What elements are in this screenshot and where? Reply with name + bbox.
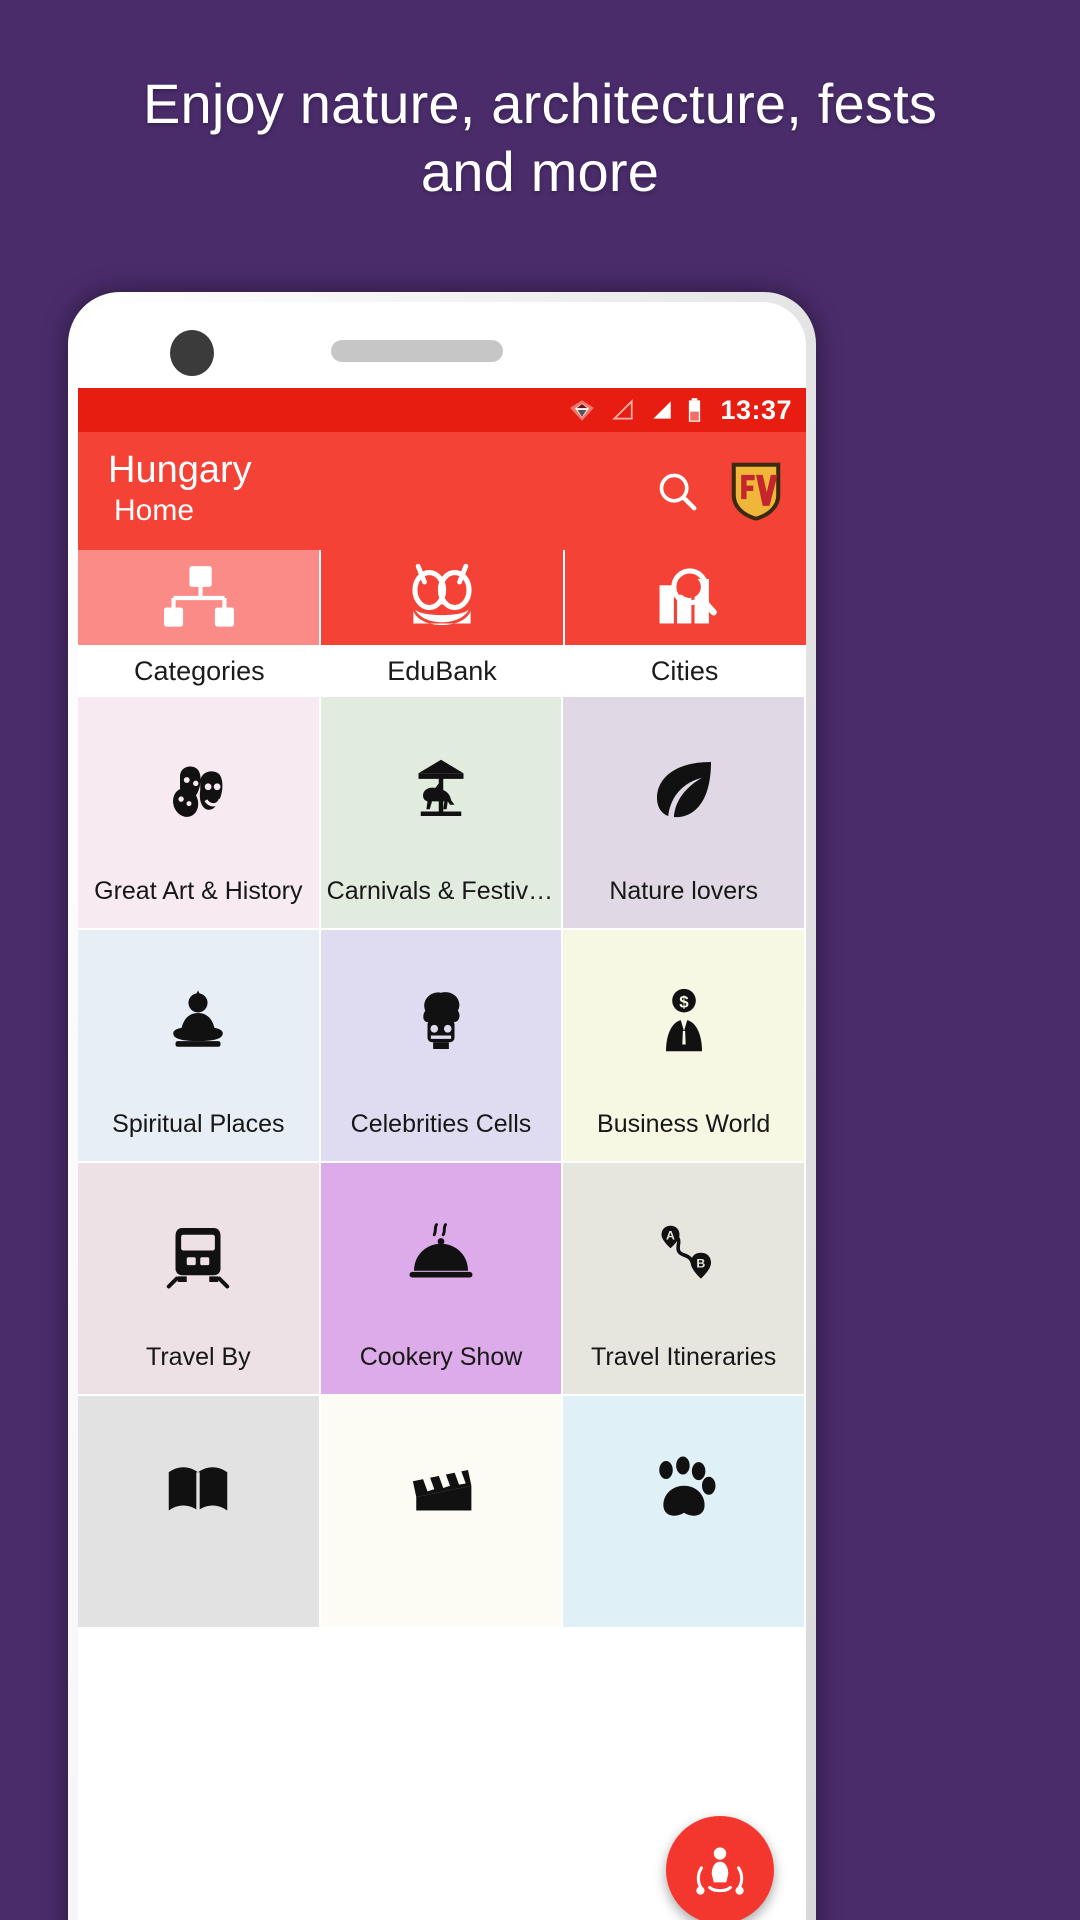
app-subtitle: Home [114, 493, 195, 527]
leaf-icon [648, 753, 720, 825]
category-label: Travel Itineraries [591, 1343, 777, 1371]
tab-label-edubank[interactable]: EduBank [321, 645, 564, 697]
category-label: Business World [597, 1110, 771, 1138]
tab-label-categories[interactable]: Categories [78, 645, 321, 697]
category-grid: Great Art & History Carnivals & Festival… [78, 697, 806, 1629]
buddha-icon [162, 986, 234, 1058]
category-tile[interactable] [78, 1396, 321, 1629]
category-label: Cookery Show [359, 1343, 523, 1371]
category-tile[interactable]: Spiritual Places [78, 930, 321, 1163]
app-bar: Hungary Home [78, 432, 806, 550]
signal-bars-icon [653, 401, 672, 419]
sitemap-icon [163, 565, 234, 627]
clapperboard-icon [405, 1452, 477, 1524]
category-label: Travel By [146, 1343, 251, 1371]
status-bar-clock: 13:37 [720, 394, 792, 425]
tab-labels: Categories EduBank Cities [78, 645, 806, 697]
app-screen: 13:37 Hungary Home Categories EduBank Ci… [78, 388, 806, 1920]
book-icon [162, 1452, 234, 1524]
carousel-icon [405, 753, 477, 825]
food-cloche-icon [405, 1219, 477, 1291]
app-bar-titles: Hungary Home [108, 448, 654, 531]
tab-strip [78, 550, 806, 645]
fab-people-button[interactable] [666, 1816, 774, 1920]
category-label: Nature lovers [609, 877, 758, 905]
category-tile[interactable]: Travel By [78, 1163, 321, 1396]
svg-text:A: A [666, 1228, 675, 1242]
category-tile[interactable]: $ Business World [563, 930, 806, 1163]
category-tile[interactable]: Celebrities Cells [320, 930, 564, 1163]
tab-cities[interactable] [562, 550, 806, 645]
phone-bezel-top [78, 302, 806, 388]
businessman-icon: $ [648, 986, 720, 1058]
category-label: Celebrities Cells [350, 1110, 532, 1138]
theatre-masks-icon [162, 753, 234, 825]
route-a-b-icon: A B [648, 1219, 720, 1291]
owl-icon [412, 563, 472, 625]
category-tile[interactable]: A B Travel Itineraries [563, 1163, 806, 1396]
train-icon [162, 1219, 234, 1291]
paw-prints-icon [648, 1452, 720, 1524]
celebrity-face-icon [405, 986, 477, 1058]
wifi-icon [570, 400, 595, 421]
phone-device-mockup: 13:37 Hungary Home Categories EduBank Ci… [68, 292, 816, 1920]
tab-label-cities[interactable]: Cities [563, 645, 806, 697]
category-label: Carnivals & Festivals [326, 877, 561, 905]
person-network-icon [696, 1847, 744, 1895]
front-camera-icon [170, 330, 214, 376]
svg-text:$: $ [679, 992, 689, 1011]
tab-edubank[interactable] [319, 550, 562, 645]
status-bar: 13:37 [78, 388, 806, 432]
category-tile[interactable]: Great Art & History [78, 697, 321, 930]
category-tile[interactable]: Carnivals & Festivals [320, 697, 564, 930]
category-tile[interactable]: Nature lovers [563, 697, 806, 930]
phone-screen-frame: 13:37 Hungary Home Categories EduBank Ci… [78, 302, 806, 1920]
promo-headline: Enjoy nature, architecture, fests and mo… [142, 72, 938, 204]
earpiece-speaker [331, 340, 503, 362]
svg-text:B: B [696, 1256, 705, 1270]
battery-icon [689, 397, 701, 422]
tab-categories[interactable] [78, 550, 320, 645]
category-label: Spiritual Places [112, 1110, 285, 1138]
app-bar-actions [654, 460, 784, 522]
app-logo-shield-icon[interactable] [728, 460, 784, 522]
category-label: Great Art & History [94, 877, 303, 905]
app-title: Hungary [108, 448, 252, 491]
category-tile[interactable] [320, 1396, 564, 1629]
category-tile[interactable]: Cookery Show [320, 1163, 564, 1396]
category-tile[interactable] [563, 1396, 806, 1629]
search-icon[interactable] [654, 468, 700, 514]
city-search-icon [659, 567, 718, 623]
signal-triangle-icon [612, 399, 634, 420]
